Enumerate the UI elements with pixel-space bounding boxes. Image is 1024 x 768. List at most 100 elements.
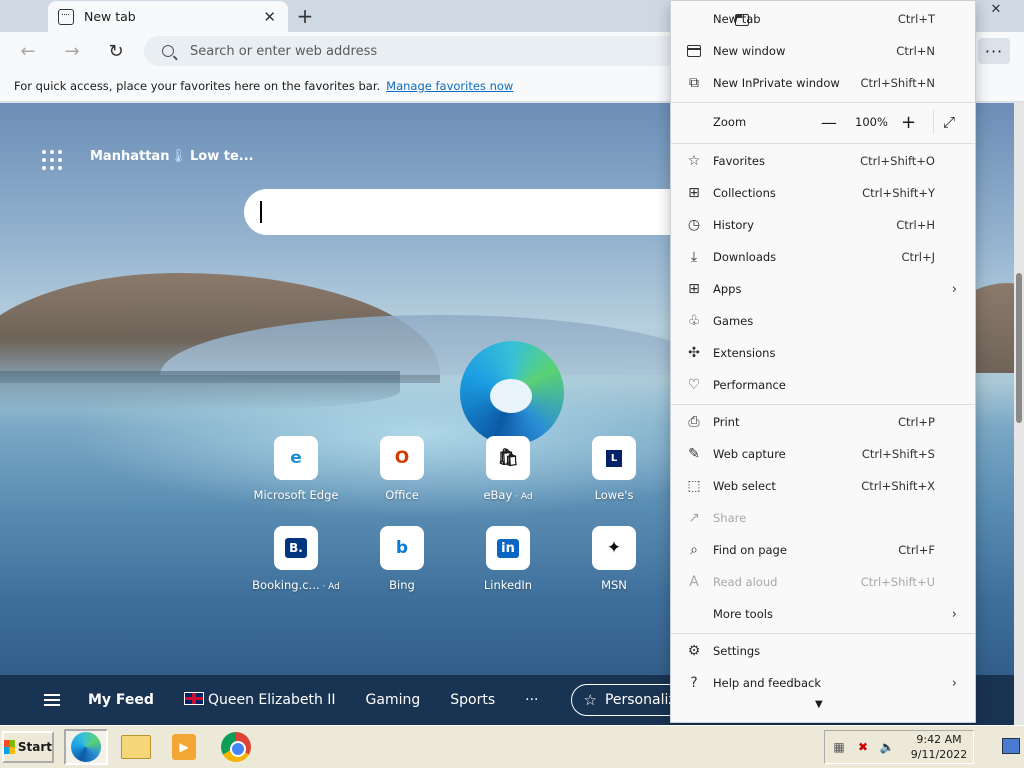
quick-link-label: LinkedIn — [483, 578, 533, 592]
show-desktop-icon[interactable] — [1002, 738, 1020, 754]
quick-link-ebay[interactable]: 🛍 eBay · Ad — [463, 436, 553, 502]
taskbar-media-player[interactable]: ▶ — [162, 729, 206, 765]
booking-glyph: B. — [285, 538, 307, 558]
menu-item-label: Extensions — [713, 346, 776, 360]
page-scrollbar[interactable] — [1014, 103, 1024, 725]
taskbar-file-explorer[interactable] — [114, 729, 158, 765]
feed-tab-gaming[interactable]: Gaming — [366, 692, 421, 708]
zoom-in-button[interactable]: + — [901, 112, 916, 133]
menu-item-shortcut: Ctrl+Shift+X — [861, 479, 935, 493]
feed-tab-label: Queen Elizabeth II — [207, 692, 336, 708]
menu-item-games[interactable]: ♧ Games — [671, 305, 975, 337]
menu-item-label: Favorites — [713, 154, 765, 168]
menu-item-shortcut: Ctrl+Shift+Y — [862, 186, 935, 200]
ad-badge: · Ad — [319, 582, 340, 592]
menu-item-shortcut: Ctrl+P — [897, 415, 935, 429]
menu-item-performance[interactable]: ♡ Performance — [671, 369, 975, 401]
menu-item-settings[interactable]: ⚙ Settings — [671, 635, 975, 667]
quick-link-bing[interactable]: b Bing — [357, 526, 447, 592]
web-capture-icon: ✎ — [688, 446, 700, 462]
feed-tab-queen-elizabeth[interactable]: Queen Elizabeth II — [183, 692, 336, 708]
menu-item-label: Read aloud — [713, 575, 778, 589]
tab-new-tab[interactable]: New tab ✕ — [48, 1, 288, 32]
help-question-icon: ? — [690, 675, 698, 691]
quick-link-label: eBay — [483, 488, 513, 502]
menu-item-shortcut: Ctrl+T — [897, 12, 935, 26]
quick-link-lowes[interactable]: L Lowe's — [569, 436, 659, 502]
feed-tab-my-feed[interactable]: My Feed — [88, 692, 154, 708]
menu-item-shortcut: Ctrl+Shift+N — [860, 76, 935, 90]
edge-icon — [71, 732, 101, 762]
menu-item-new-inprivate-window[interactable]: ⧉ New InPrivate window Ctrl+Shift+N — [671, 67, 975, 99]
menu-item-collections[interactable]: ⊞ Collections Ctrl+Shift+Y — [671, 177, 975, 209]
manage-favorites-link[interactable]: Manage favorites now — [386, 79, 513, 93]
app-launcher-icon[interactable] — [42, 150, 62, 170]
newtab-page-icon — [58, 8, 74, 25]
web-search-input[interactable] — [244, 189, 704, 235]
new-window-icon — [685, 42, 703, 60]
feed-tab-sports[interactable]: Sports — [450, 692, 495, 708]
menu-item-new-tab[interactable]: New tab Ctrl+T — [671, 3, 975, 35]
window-close-button[interactable]: ✕ — [974, 0, 1018, 18]
settings-and-more-button[interactable]: ··· — [978, 38, 1010, 64]
new-tab-icon — [685, 10, 749, 28]
menu-item-zoom: Zoom — 100% + ⤢ — [671, 106, 975, 138]
quick-link-office[interactable]: O Office — [357, 436, 447, 502]
menu-item-web-select[interactable]: ⬚ Web select Ctrl+Shift+X — [671, 470, 975, 502]
tab-actions-button[interactable] — [10, 5, 80, 27]
menu-item-favorites[interactable]: ☆ Favorites Ctrl+Shift+O — [671, 145, 975, 177]
thermometer-icon: 🌡 — [170, 149, 187, 164]
weather-label[interactable]: Low te... — [190, 149, 254, 164]
quick-link-booking[interactable]: B. Booking.c... · Ad — [251, 526, 341, 592]
folder-icon — [121, 735, 151, 759]
clock[interactable]: 9:42 AM 9/11/2022 — [904, 732, 974, 762]
forward-button[interactable]: → — [58, 38, 86, 64]
lowes-icon: L — [592, 436, 636, 480]
quick-link-microsoft-edge[interactable]: e Microsoft Edge — [251, 436, 341, 502]
back-button[interactable]: ← — [14, 38, 42, 64]
menu-item-print[interactable]: ⎙ Print Ctrl+P — [671, 406, 975, 438]
menu-item-more-tools[interactable]: More tools › — [671, 598, 975, 630]
hamburger-menu-icon[interactable] — [44, 694, 60, 706]
menu-item-shortcut: Ctrl+Shift+O — [860, 154, 935, 168]
menu-item-label: Find on page — [713, 543, 787, 557]
collections-icon: ⊞ — [688, 185, 700, 201]
menu-item-downloads[interactable]: ⤓ Downloads Ctrl+J — [671, 241, 975, 273]
address-bar[interactable]: Search or enter web address — [144, 36, 684, 66]
menu-item-apps[interactable]: ⊞ Apps › — [671, 273, 975, 305]
menu-item-web-capture[interactable]: ✎ Web capture Ctrl+Shift+S — [671, 438, 975, 470]
quick-link-msn[interactable]: ✦ MSN — [569, 526, 659, 592]
refresh-button[interactable]: ↻ — [102, 38, 130, 64]
menu-item-history[interactable]: ◷ History Ctrl+H — [671, 209, 975, 241]
start-label: Start — [17, 740, 52, 754]
menu-item-new-window[interactable]: New window Ctrl+N — [671, 35, 975, 67]
inprivate-window-icon: ⧉ — [689, 75, 699, 91]
menu-item-find-on-page[interactable]: ⌕ Find on page Ctrl+F — [671, 534, 975, 566]
feed-more-button[interactable]: ··· — [525, 692, 538, 708]
zoom-out-button[interactable]: — — [821, 113, 837, 132]
menu-item-label: New window — [713, 44, 786, 58]
scroll-down-arrow-icon[interactable]: ▼ — [815, 699, 823, 710]
edge-logo — [460, 341, 564, 445]
windows-logo-icon — [4, 740, 15, 754]
quick-link-linkedin[interactable]: in LinkedIn — [463, 526, 553, 592]
quick-link-label: Lowe's — [594, 488, 634, 502]
menu-item-shortcut: Ctrl+F — [898, 543, 935, 557]
menu-item-shortcut: Ctrl+H — [896, 218, 935, 232]
new-tab-button[interactable]: + — [292, 3, 318, 29]
network-icon[interactable]: ▦ — [831, 739, 847, 755]
start-button[interactable]: Start — [2, 731, 54, 763]
security-alert-icon[interactable]: ✖ — [855, 739, 871, 755]
fullscreen-icon[interactable]: ⤢ — [943, 113, 955, 131]
location-label[interactable]: Manhattan — [90, 149, 169, 164]
menu-item-share: ↗ Share — [671, 502, 975, 534]
menu-item-help-and-feedback[interactable]: ? Help and feedback › — [671, 667, 975, 699]
volume-icon[interactable]: 🔈 — [879, 739, 895, 755]
menu-item-extensions[interactable]: ✣ Extensions — [671, 337, 975, 369]
taskbar-edge[interactable] — [64, 729, 108, 765]
menu-separator — [671, 404, 975, 405]
text-caret — [260, 201, 262, 223]
scrollbar-thumb[interactable] — [1016, 273, 1022, 423]
tab-close-icon[interactable]: ✕ — [263, 8, 276, 26]
taskbar-chrome[interactable] — [214, 729, 258, 765]
